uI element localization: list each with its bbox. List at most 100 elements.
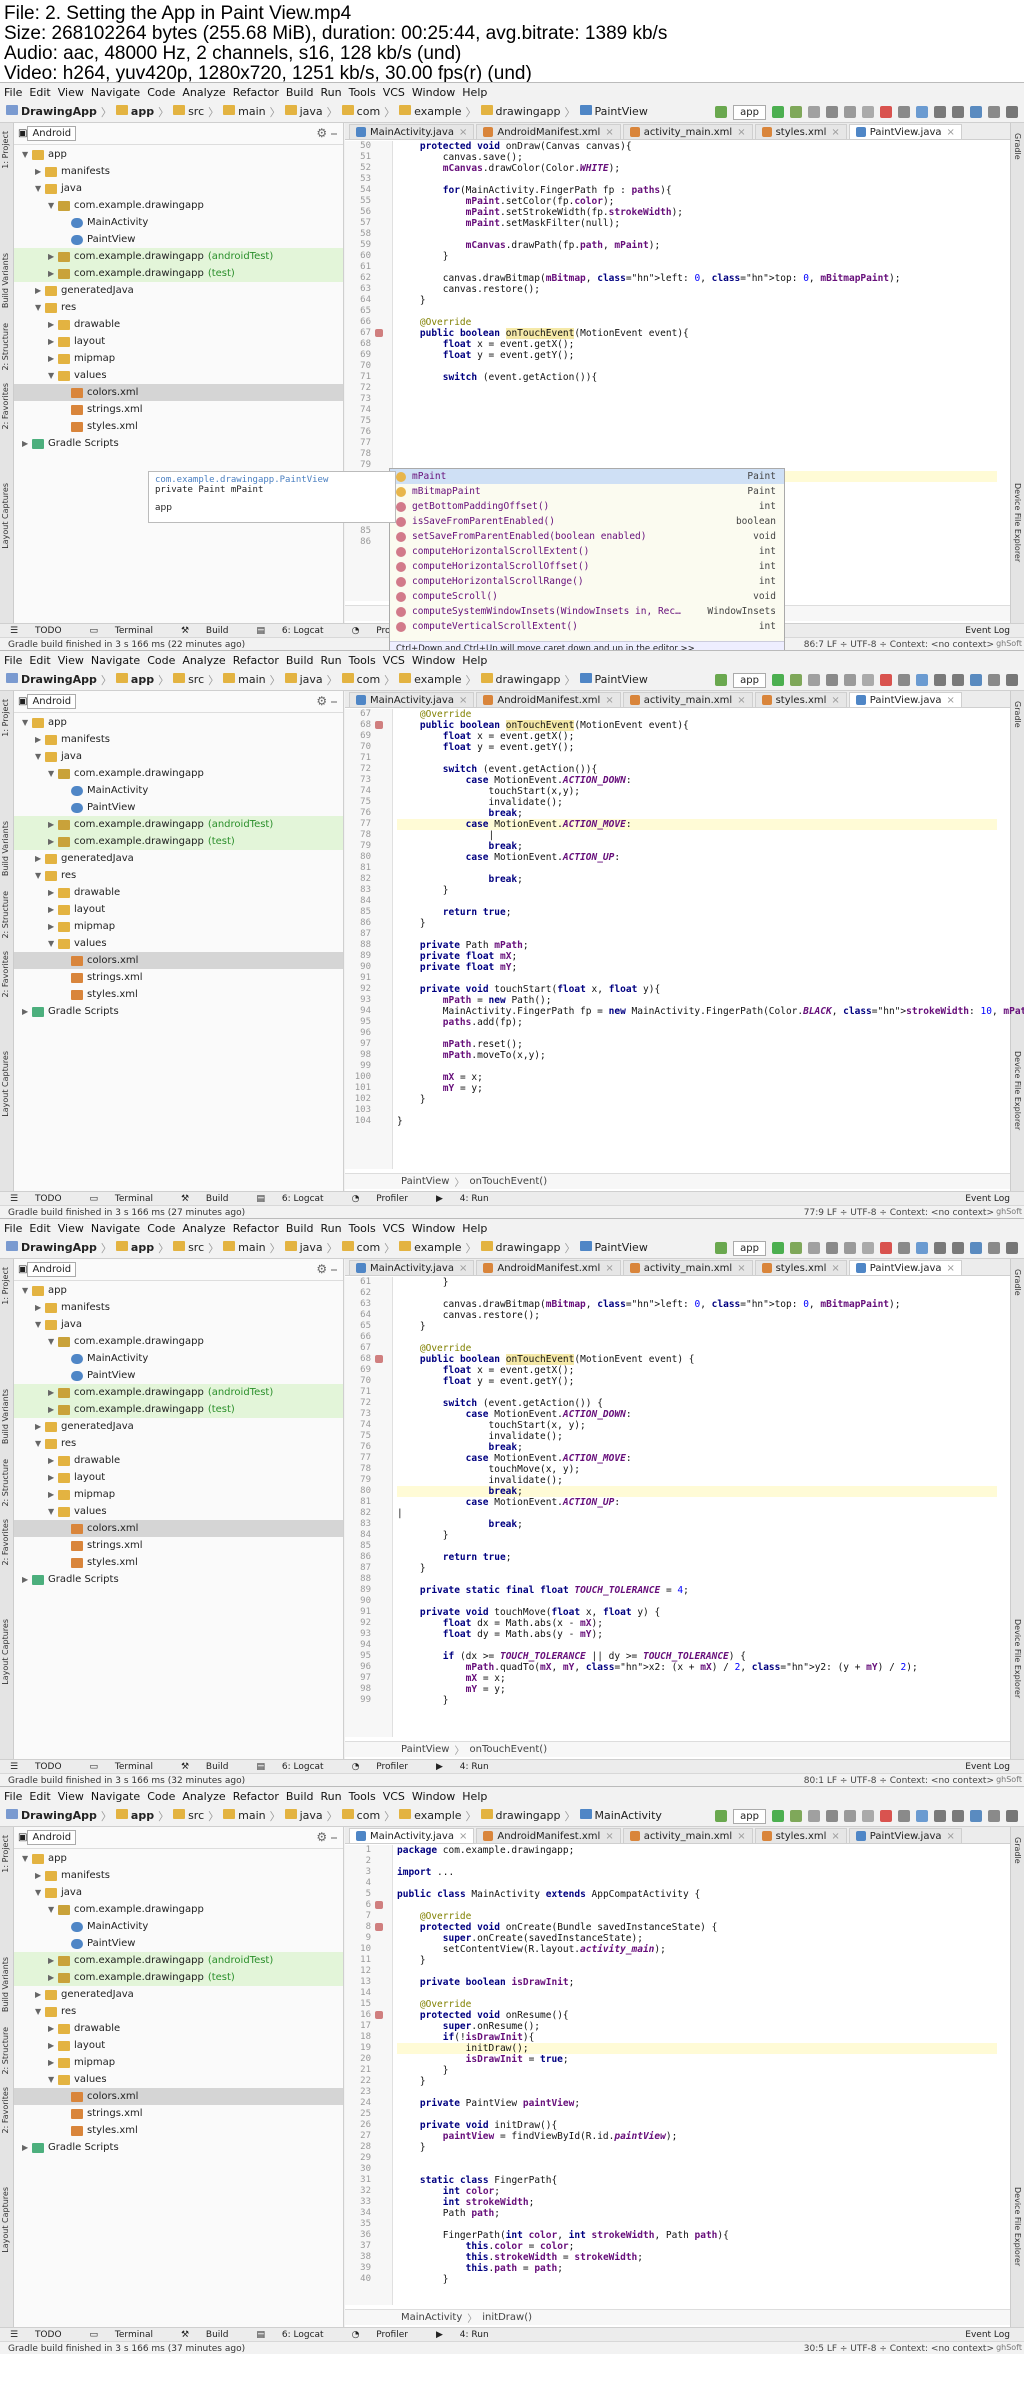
search-icon[interactable]: [1006, 674, 1018, 686]
attach-icon[interactable]: [862, 1242, 874, 1254]
close-icon[interactable]: ×: [831, 127, 839, 138]
project-view-dropdown[interactable]: Android: [27, 694, 77, 709]
tree-item[interactable]: ▶ drawable: [14, 2020, 343, 2037]
breadcrumb-item[interactable]: main: [223, 673, 266, 686]
breadcrumb-item[interactable]: DrawingApp: [6, 673, 97, 686]
tool-button-profiler[interactable]: ◔ Profiler: [352, 1762, 422, 1772]
tree-item[interactable]: ▶ com.example.drawingapp (androidTest): [14, 816, 343, 833]
profile-icon[interactable]: [844, 1242, 856, 1254]
tab-styles-xml[interactable]: styles.xml ×: [754, 692, 847, 707]
close-icon[interactable]: ×: [831, 1263, 839, 1274]
menu-item-help[interactable]: Help: [462, 1222, 487, 1235]
close-icon[interactable]: ×: [605, 127, 613, 138]
override-gutter-icon[interactable]: [375, 1355, 383, 1363]
menu-item-view[interactable]: View: [58, 654, 84, 667]
chevron-down-icon[interactable]: ▼: [35, 303, 45, 312]
menu-item-file[interactable]: File: [4, 1790, 22, 1803]
tree-item[interactable]: colors.xml: [14, 2088, 343, 2105]
completion-item[interactable]: setSaveFromParentEnabled(boolean enabled…: [390, 529, 784, 544]
menu-item-window[interactable]: Window: [412, 1790, 455, 1803]
event-log-button[interactable]: Event Log: [965, 1194, 1010, 1204]
tree-item[interactable]: ▶ mipmap: [14, 350, 343, 367]
tree-item[interactable]: ▶ com.example.drawingapp (test): [14, 265, 343, 282]
tool-button--run[interactable]: ▶ 4: Run: [436, 2330, 503, 2340]
sync-icon[interactable]: [898, 1810, 910, 1822]
sdk-icon[interactable]: [934, 106, 946, 118]
breadcrumb-item[interactable]: PaintView: [579, 673, 648, 686]
tree-item[interactable]: colors.xml: [14, 952, 343, 969]
hammer-icon[interactable]: [715, 106, 728, 118]
tool-window--favorites[interactable]: 2: Favorites: [1, 383, 10, 429]
tool-button-profiler[interactable]: ◔ Profiler: [352, 1194, 422, 1204]
tree-item[interactable]: ▶ com.example.drawingapp (androidTest): [14, 1384, 343, 1401]
tab-androidmanifest-xml[interactable]: AndroidManifest.xml ×: [476, 124, 621, 139]
tree-item[interactable]: MainActivity: [14, 214, 343, 231]
breadcrumb-item[interactable]: java: [284, 1241, 323, 1254]
event-log-button[interactable]: Event Log: [965, 626, 1010, 636]
chevron-right-icon[interactable]: ▶: [48, 1456, 58, 1465]
chevron-right-icon[interactable]: ▶: [35, 286, 45, 295]
chevron-down-icon[interactable]: ▼: [48, 2075, 58, 2084]
tree-item[interactable]: ▶ mipmap: [14, 2054, 343, 2071]
profile-icon[interactable]: [844, 674, 856, 686]
chevron-down-icon[interactable]: ▼: [48, 1507, 58, 1516]
tool-window--structure[interactable]: 2: Structure: [1, 323, 10, 371]
close-icon[interactable]: ×: [737, 127, 745, 138]
chevron-right-icon[interactable]: ▶: [22, 1575, 32, 1584]
tool-window-layout-captures[interactable]: Layout Captures: [1, 1619, 10, 1685]
menu-item-edit[interactable]: Edit: [29, 1222, 50, 1235]
breadcrumb-item[interactable]: example: [399, 673, 462, 686]
tree-item[interactable]: ▶ layout: [14, 901, 343, 918]
tab-paintview-java[interactable]: PaintView.java ×: [848, 692, 962, 707]
tree-item[interactable]: ▶ mipmap: [14, 1486, 343, 1503]
chevron-down-icon[interactable]: ▼: [48, 939, 58, 948]
tree-item[interactable]: ▶ com.example.drawingapp (androidTest): [14, 1952, 343, 1969]
menu-item-run[interactable]: Run: [321, 86, 342, 99]
chevron-right-icon[interactable]: ▶: [48, 1973, 58, 1982]
profile-icon[interactable]: [844, 106, 856, 118]
tool-button-build[interactable]: ⚒ Build: [181, 1762, 243, 1772]
event-log-button[interactable]: Event Log: [965, 1762, 1010, 1772]
breadcrumb-item[interactable]: drawingapp: [480, 1241, 561, 1254]
layout-icon[interactable]: [952, 106, 964, 118]
tab-androidmanifest-xml[interactable]: AndroidManifest.xml ×: [476, 1828, 621, 1843]
avd-icon[interactable]: [916, 106, 928, 118]
completion-item[interactable]: computeHorizontalScrollExtent() int: [390, 544, 784, 559]
tree-item[interactable]: colors.xml: [14, 1520, 343, 1537]
breadcrumb-item[interactable]: PaintView: [579, 1241, 648, 1254]
structure-icon[interactable]: [970, 1810, 982, 1822]
menu-item-refactor[interactable]: Refactor: [233, 654, 279, 667]
close-icon[interactable]: ×: [459, 1263, 467, 1274]
completion-item[interactable]: mPaint Paint: [390, 469, 784, 484]
tree-item[interactable]: PaintView: [14, 1935, 343, 1952]
chevron-down-icon[interactable]: ▼: [35, 1888, 45, 1897]
tool-button-todo[interactable]: ☰ TODO: [10, 1194, 76, 1204]
chevron-right-icon[interactable]: ▶: [48, 888, 58, 897]
tool-window-layout-captures[interactable]: Layout Captures: [1, 483, 10, 549]
stop-icon[interactable]: [880, 106, 892, 118]
gear-icon[interactable]: ⚙ ⎯: [316, 694, 337, 709]
tree-item[interactable]: ▶ Gradle Scripts: [14, 435, 343, 452]
tree-item[interactable]: ▶ com.example.drawingapp (test): [14, 1969, 343, 1986]
breadcrumb-item[interactable]: DrawingApp: [6, 105, 97, 118]
chevron-down-icon[interactable]: ▼: [35, 752, 45, 761]
menu-item-vcs[interactable]: VCS: [383, 86, 405, 99]
coverage-icon[interactable]: [826, 674, 838, 686]
sync-icon[interactable]: [898, 106, 910, 118]
completion-item[interactable]: computeHorizontalScrollRange() int: [390, 574, 784, 589]
tree-item[interactable]: ▶ manifests: [14, 163, 343, 180]
debug-icon[interactable]: [808, 1810, 820, 1822]
coverage-icon[interactable]: [826, 1810, 838, 1822]
tree-item[interactable]: PaintView: [14, 231, 343, 248]
menu-item-tools[interactable]: Tools: [349, 1222, 376, 1235]
editor-crumb-item[interactable]: onTouchEvent(): [469, 1744, 547, 1755]
tree-item[interactable]: ▼ java: [14, 748, 343, 765]
gear-icon[interactable]: ⚙ ⎯: [316, 1262, 337, 1277]
tree-item[interactable]: ▼ com.example.drawingapp: [14, 765, 343, 782]
cursor-position[interactable]: 30:5 LF ÷ UTF-8 ÷ Context: <no context>: [804, 2344, 994, 2354]
layout-icon[interactable]: [952, 674, 964, 686]
tool-button-terminal[interactable]: ▭ Terminal: [90, 626, 167, 636]
menu-item-help[interactable]: Help: [462, 654, 487, 667]
tree-item[interactable]: ▼ app: [14, 714, 343, 731]
search-icon[interactable]: [1006, 1242, 1018, 1254]
